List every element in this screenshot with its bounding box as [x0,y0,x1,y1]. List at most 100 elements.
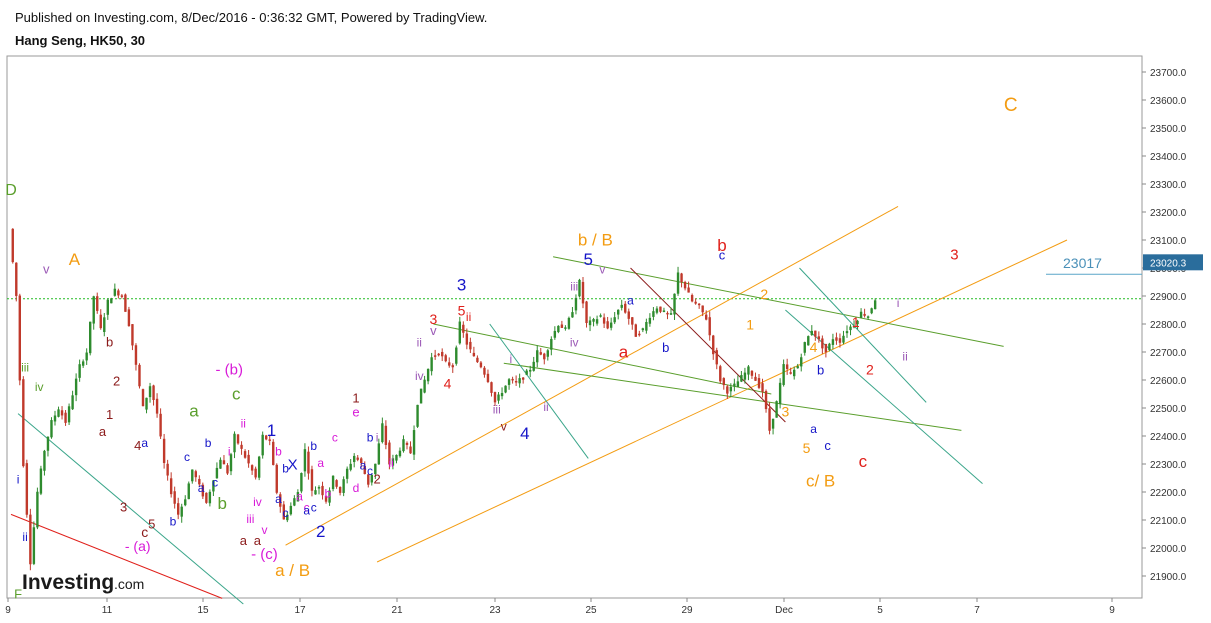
candle-body [722,378,725,386]
candle-body [500,392,504,397]
wave-label: b [217,494,226,513]
candle-body [85,352,88,361]
candle-body [261,434,264,456]
candle-body [110,298,113,304]
wave-label: b [817,362,824,377]
candle-body [757,378,761,388]
candle-body [356,457,359,460]
candle-body [641,328,645,331]
candle-body [789,372,792,374]
candle-body [321,485,324,496]
candle-body [602,317,606,324]
x-axis: 9 11 15 17 21 23 25 29 Dec 5 7 9 [5,598,1115,616]
candle-body [690,295,694,302]
wave-label: iv [253,495,262,509]
candle-body [726,386,729,394]
y-tick-label: 21900.0 [1150,572,1187,583]
wave-label: 1 [852,314,860,330]
candle-body [634,324,637,337]
wave-label: 3 [430,311,438,327]
candle-body [785,364,789,369]
wave-label: c [184,450,190,464]
wave-label: X [288,457,298,474]
candle-body [800,357,803,367]
candle-body [331,475,335,490]
candle-body [236,434,240,444]
candle-body [736,381,740,387]
candle-body [648,317,652,324]
candle-body [257,456,261,478]
candle-body [592,319,595,322]
wave-label: b [275,445,282,459]
candle-body [638,333,641,336]
candle-body [775,401,778,418]
wave-label: v [599,263,605,277]
target-level-label: 23017 [1063,255,1102,271]
x-tick-label: 17 [294,605,306,616]
wave-label: b [367,431,374,445]
candle-body [53,415,57,422]
wave-label: iii [570,279,578,293]
candle-body [342,479,345,493]
wave-label: 4 [520,424,529,443]
candle-body [395,454,398,461]
candle-body [78,364,81,378]
wave-label: iv [415,369,424,383]
x-tick-label: 23 [489,605,501,616]
wave-label: b [324,487,331,501]
candle-body [162,438,166,463]
wave-label: 3 [120,500,127,515]
candle-body [11,228,14,263]
wave-label: iii [21,361,29,375]
candle-body [426,368,430,382]
candle-body [71,395,74,410]
logo-brand: Investing [22,571,114,594]
wave-label: c [367,464,373,478]
candle-body [39,468,43,494]
wave-label: F [14,586,22,601]
candle-body [254,468,257,478]
y-tick-label: 22900.0 [1150,292,1187,303]
wave-label: A [69,250,81,269]
y-tick-label: 23400.0 [1150,152,1187,163]
candle-body [705,314,708,320]
candle-body [803,342,806,353]
wave-label: 1 [352,390,359,405]
candle-body [750,370,754,376]
candle-body [155,398,159,414]
wave-label: iv [35,380,44,394]
wave-label: a [275,492,282,506]
wave-label: D [5,182,17,199]
last-price-label: 23020.3 [1150,258,1187,269]
candle-body [793,369,796,377]
wave-label: c [311,501,317,515]
candle-body [138,364,141,387]
candle-body [662,310,666,312]
candle-body [275,464,278,493]
wave-label: ii [241,417,246,431]
x-tick-label: 9 [5,605,11,616]
candle-body [177,503,180,515]
wave-label: b [106,334,113,349]
candle-body [831,339,835,345]
candle-body [317,487,321,489]
candle-body [377,443,381,465]
candle-body [810,330,813,335]
candle-body [272,441,275,465]
wave-label: a [189,401,199,420]
candle-body [708,317,711,336]
wave-label: 1 [746,317,754,333]
candle-body [483,367,486,375]
candle-body [25,463,29,515]
candle-body [46,436,50,451]
y-tick-label: 22100.0 [1150,516,1187,527]
candle-body [60,410,64,416]
candle-body [560,324,564,328]
candle-body [578,279,581,297]
candle-body [233,433,236,453]
wave-label: a [303,503,310,517]
candle-body [184,499,187,506]
candle-body [57,409,60,417]
price-chart[interactable]: DAviiiiviiib2a143a5 bc- (a)abccabciii- (b… [0,0,1211,623]
candle-body [712,335,715,355]
